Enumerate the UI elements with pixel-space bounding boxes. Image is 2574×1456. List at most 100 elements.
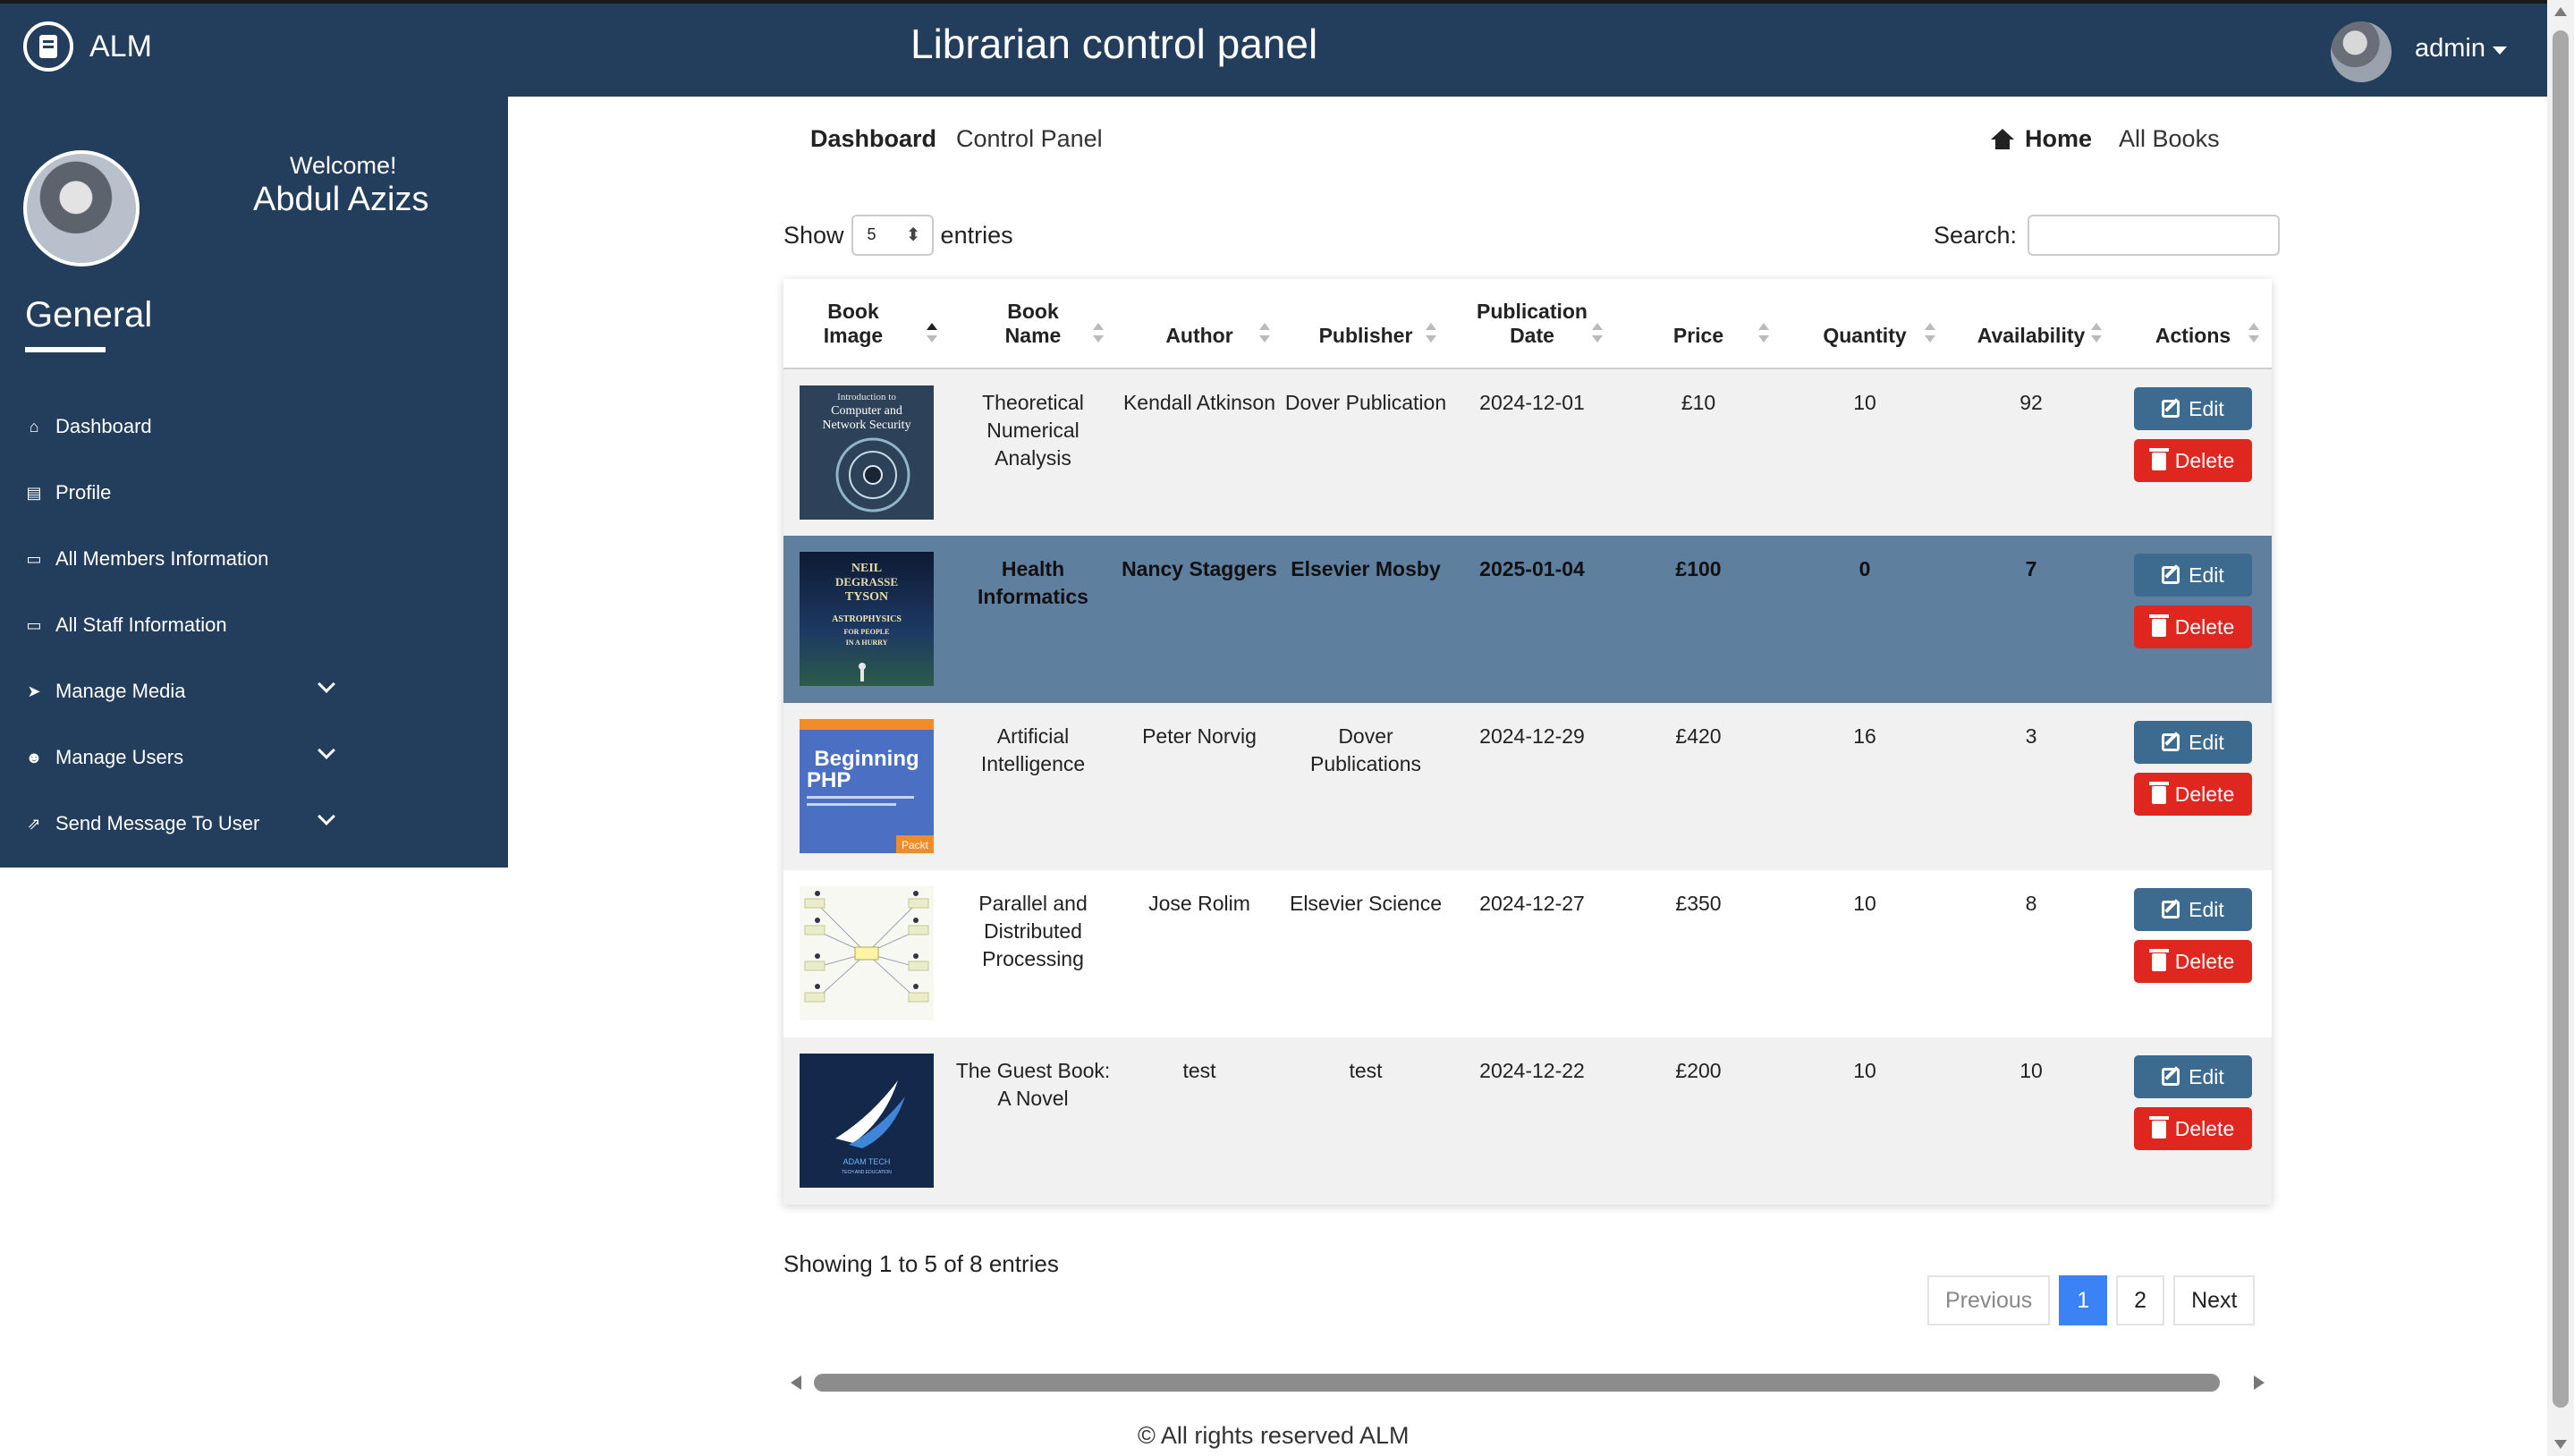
- svg-text:PHP: PHP: [807, 768, 851, 792]
- column-header-label: Publication Date: [1477, 300, 1588, 347]
- column-header-publisher[interactable]: Publisher: [1283, 279, 1449, 369]
- next-page-button[interactable]: Next: [2173, 1275, 2256, 1325]
- horizontal-scrollbar[interactable]: [783, 1370, 2272, 1395]
- delete-button[interactable]: Delete: [2134, 773, 2252, 816]
- delete-button[interactable]: Delete: [2134, 1107, 2252, 1150]
- show-label: Show: [783, 221, 844, 249]
- book-image-cell: Beginning PHP Packt: [783, 703, 950, 870]
- scroll-down-icon[interactable]: [2554, 1440, 2567, 1449]
- sidebar-item-all-staff[interactable]: ▭ All Staff Information: [25, 592, 490, 658]
- previous-page-button[interactable]: Previous: [1927, 1275, 2051, 1325]
- page-2-button[interactable]: 2: [2116, 1275, 2165, 1325]
- edit-button[interactable]: Edit: [2134, 554, 2252, 597]
- brand[interactable]: ALM: [23, 21, 152, 72]
- author-cell: Kendall Atkinson: [1122, 391, 1276, 414]
- column-header-label: Author: [1165, 324, 1233, 347]
- price-cell: £100: [1675, 557, 1722, 580]
- footer-copyright: © All rights reserved ALM: [1138, 1422, 1410, 1449]
- avatar[interactable]: [2331, 21, 2392, 82]
- table-row[interactable]: Parallel and Distributed Processing Jose…: [783, 870, 2272, 1037]
- svg-text:TECH AND EDUCATION: TECH AND EDUCATION: [842, 1170, 892, 1175]
- delete-button[interactable]: Delete: [2134, 439, 2252, 482]
- top-links: Home All Books: [1991, 125, 2220, 153]
- edit-icon: [2162, 733, 2180, 751]
- search-control: Search:: [1934, 215, 2281, 256]
- quantity-cell: 10: [1853, 391, 1876, 414]
- edit-button[interactable]: Edit: [2134, 888, 2252, 931]
- column-header-label: Quantity: [1823, 324, 1907, 347]
- sidebar-item-dashboard[interactable]: ⌂ Dashboard: [25, 394, 490, 460]
- scroll-right-icon[interactable]: [2254, 1376, 2265, 1390]
- delete-button[interactable]: Delete: [2134, 605, 2252, 648]
- trash-icon: [2148, 782, 2169, 804]
- beginning-php-cover: Beginning PHP Packt: [800, 719, 934, 853]
- scroll-left-icon[interactable]: [791, 1376, 801, 1390]
- quantity-cell: 0: [1859, 557, 1871, 580]
- user-menu-label: admin: [2415, 34, 2485, 63]
- user-menu-dropdown[interactable]: admin: [2415, 34, 2507, 63]
- edit-icon: [2162, 566, 2180, 584]
- trash-icon: [2148, 1116, 2169, 1139]
- sidebar-nav: ⌂ Dashboard ▤ Profile ▭ All Members Info…: [25, 394, 490, 857]
- caret-down-icon: [2493, 47, 2507, 55]
- edit-button[interactable]: Edit: [2134, 721, 2252, 764]
- paper-plane-icon: ➤: [27, 681, 41, 700]
- date-cell: 2024-12-29: [1479, 724, 1585, 748]
- home-icon: ⌂: [29, 417, 39, 436]
- publisher-cell: Dover Publication: [1284, 391, 1447, 414]
- book-name-cell: Theoretical Numerical Analysis: [982, 391, 1084, 470]
- column-header-author[interactable]: Author: [1116, 279, 1283, 369]
- sidebar-item-profile[interactable]: ▤ Profile: [25, 460, 490, 526]
- column-header-actions[interactable]: Actions: [2114, 279, 2272, 369]
- scrollbar-thumb[interactable]: [814, 1374, 2220, 1392]
- sort-icon: [927, 323, 937, 343]
- date-cell: 2025-01-04: [1479, 557, 1585, 580]
- column-header-price[interactable]: Price: [1615, 279, 1782, 369]
- column-header-book-name[interactable]: Book Name: [950, 279, 1116, 369]
- book-name-cell: Parallel and Distributed Processing: [978, 892, 1088, 970]
- table-header-row: Book Image Book Name Author Publisher Pu…: [783, 279, 2272, 369]
- scroll-up-icon[interactable]: [2554, 7, 2567, 16]
- sidebar-item-all-members[interactable]: ▭ All Members Information: [25, 526, 490, 592]
- delete-button-label: Delete: [2174, 614, 2235, 639]
- delete-button[interactable]: Delete: [2134, 940, 2252, 983]
- vertical-scrollbar[interactable]: [2547, 0, 2574, 1456]
- actions-cell: Edit Delete: [2114, 703, 2272, 870]
- all-books-link[interactable]: All Books: [2119, 125, 2220, 153]
- book-image-cell: [783, 870, 950, 1037]
- edit-button-label: Edit: [2189, 730, 2224, 754]
- table-row[interactable]: Beginning PHP Packt Artificial Intellige…: [783, 703, 2272, 870]
- delete-button-label: Delete: [2174, 448, 2235, 472]
- price-cell: £350: [1675, 892, 1722, 915]
- sidebar-item-manage-users[interactable]: ☻ Manage Users: [25, 724, 490, 791]
- chevron-down-icon: [318, 808, 335, 825]
- scrollbar-thumb[interactable]: [2553, 30, 2569, 1408]
- sidebar-item-manage-media[interactable]: ➤ Manage Media: [25, 658, 490, 724]
- edit-button[interactable]: Edit: [2134, 1055, 2252, 1098]
- column-header-quantity[interactable]: Quantity: [1782, 279, 1948, 369]
- table-row[interactable]: NEIL DEGRASSE TYSON ASTROPHYSICS FOR PEO…: [783, 536, 2272, 703]
- breadcrumb: Dashboard Control Panel: [810, 125, 1103, 153]
- page-1-button[interactable]: 1: [2059, 1275, 2108, 1325]
- table-row[interactable]: Introduction to Computer and Network Sec…: [783, 368, 2272, 536]
- column-header-availability[interactable]: Availability: [1948, 279, 2114, 369]
- column-header-label: Book Image: [823, 300, 884, 347]
- availability-cell: 7: [2025, 557, 2037, 580]
- sort-icon: [1925, 323, 1935, 343]
- section-underline: [25, 347, 106, 352]
- search-input[interactable]: [2028, 215, 2281, 256]
- entries-select[interactable]: 5: [851, 215, 934, 256]
- breadcrumb-dashboard[interactable]: Dashboard: [810, 125, 936, 153]
- column-header-publication-date[interactable]: Publication Date: [1449, 279, 1615, 369]
- sidebar-item-send-message[interactable]: ⇗ Send Message To User: [25, 791, 490, 857]
- column-header-book-image[interactable]: Book Image: [783, 279, 950, 369]
- mind-map-cover: [800, 886, 934, 1020]
- edit-button[interactable]: Edit: [2134, 387, 2252, 430]
- book-image-cell: NEIL DEGRASSE TYSON ASTROPHYSICS FOR PEO…: [783, 536, 950, 703]
- quantity-cell: 10: [1853, 1059, 1876, 1082]
- home-link[interactable]: Home: [1991, 125, 2092, 153]
- chevron-down-icon: [318, 675, 335, 693]
- table-row[interactable]: ADAM TECH TECH AND EDUCATION The Guest B…: [783, 1037, 2272, 1205]
- chevron-down-icon: [318, 741, 335, 759]
- publisher-cell: Elsevier Science: [1289, 892, 1443, 915]
